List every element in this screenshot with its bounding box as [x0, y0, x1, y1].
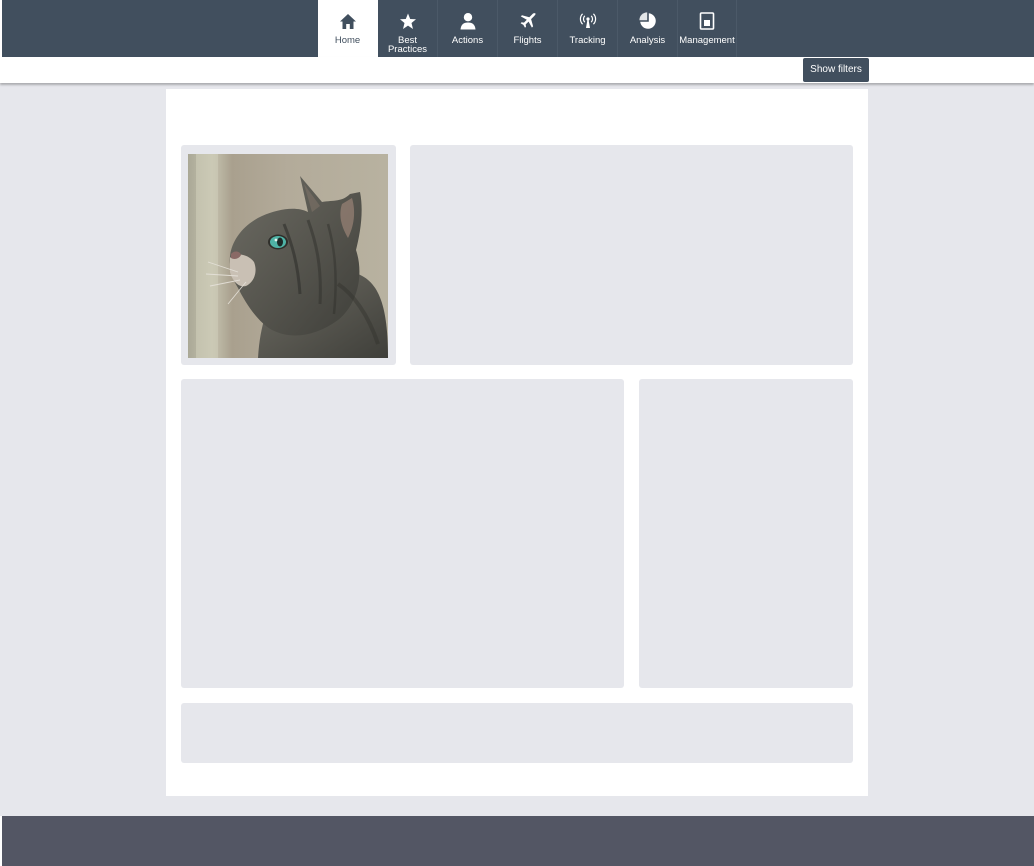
- person-icon: [458, 11, 478, 31]
- nav-label-flights: Flights: [513, 35, 542, 46]
- top-right-panel: [410, 145, 853, 365]
- nav-item-management[interactable]: Management: [678, 0, 737, 57]
- nav-item-actions[interactable]: Actions: [438, 0, 498, 57]
- top-navigation-bar: Home Best Practices Actions Flights Trac…: [0, 0, 1034, 57]
- show-filters-button[interactable]: Show filters: [803, 58, 869, 82]
- plane-icon: [518, 11, 538, 31]
- footer: [0, 816, 1034, 866]
- nav-item-flights[interactable]: Flights: [498, 0, 558, 57]
- nav-item-best-practices[interactable]: Best Practices: [378, 0, 438, 57]
- filter-bar: Show filters: [0, 57, 1034, 83]
- nav-item-analysis[interactable]: Analysis: [618, 0, 678, 57]
- dashboard-card: [166, 89, 868, 796]
- nav-label-best-practices: Best Practices: [387, 35, 428, 55]
- nav-label-actions: Actions: [451, 35, 484, 46]
- nav-label-analysis: Analysis: [629, 35, 666, 46]
- cat-photo: [188, 154, 388, 358]
- nav-label-management: Management: [679, 35, 735, 46]
- main-nav: Home Best Practices Actions Flights Trac…: [318, 0, 737, 57]
- antenna-icon: [578, 11, 598, 31]
- nav-item-tracking[interactable]: Tracking: [558, 0, 618, 57]
- photo-panel: [181, 145, 396, 365]
- star-icon: [398, 11, 418, 31]
- home-icon: [338, 11, 358, 31]
- bottom-panel: [181, 703, 853, 763]
- middle-left-panel: [181, 379, 624, 688]
- nav-label-home: Home: [334, 35, 361, 46]
- document-icon: [697, 11, 717, 31]
- nav-item-home[interactable]: Home: [318, 0, 378, 57]
- nav-label-tracking: Tracking: [569, 35, 606, 46]
- pie-chart-icon: [638, 11, 658, 31]
- middle-right-panel: [639, 379, 853, 688]
